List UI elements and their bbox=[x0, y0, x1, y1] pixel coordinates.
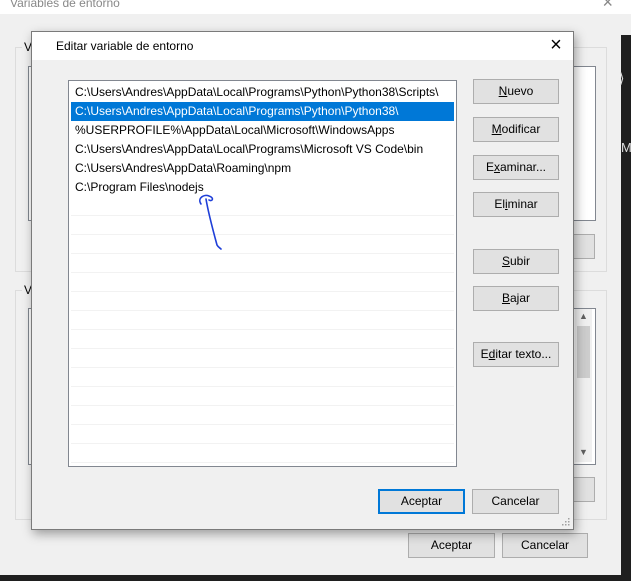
scroll-thumb[interactable] bbox=[577, 326, 590, 378]
new-button[interactable]: Nuevo bbox=[473, 79, 559, 104]
background-desktop-edge bbox=[621, 35, 631, 575]
edit-environment-variable-dialog: Editar variable de entorno × C:\Users\An… bbox=[31, 31, 574, 530]
move-down-button[interactable]: Bajar bbox=[473, 286, 559, 311]
empty-row[interactable] bbox=[71, 254, 454, 273]
path-item-selected[interactable]: C:\Users\Andres\AppData\Local\Programs\P… bbox=[71, 102, 454, 121]
empty-row[interactable] bbox=[71, 330, 454, 349]
cancel-button-label: Cancelar bbox=[491, 494, 540, 508]
dialog-titlebar: Editar variable de entorno × bbox=[32, 32, 573, 60]
browse-button[interactable]: Examinar... bbox=[473, 155, 559, 180]
empty-row[interactable] bbox=[71, 311, 454, 330]
background-close-icon[interactable]: × bbox=[602, 0, 613, 13]
taskbar-edge bbox=[0, 575, 631, 581]
user-variable-button[interactable] bbox=[571, 234, 595, 259]
scroll-up-icon[interactable]: ▲ bbox=[579, 311, 588, 321]
accept-button[interactable]: Aceptar bbox=[378, 489, 465, 514]
path-item[interactable]: %USERPROFILE%\AppData\Local\Microsoft\Wi… bbox=[71, 121, 454, 140]
background-accept-button[interactable]: Aceptar bbox=[408, 533, 495, 558]
cancel-button[interactable]: Cancelar bbox=[472, 489, 559, 514]
background-edge-text: Mo bbox=[621, 140, 631, 155]
browse-button-label: Examinar... bbox=[485, 160, 547, 174]
close-icon[interactable]: × bbox=[545, 34, 567, 56]
empty-row[interactable] bbox=[71, 216, 454, 235]
empty-row[interactable] bbox=[71, 292, 454, 311]
empty-row[interactable] bbox=[71, 197, 454, 216]
move-up-button[interactable]: Subir bbox=[473, 249, 559, 274]
background-window-title: Variables de entorno bbox=[10, 0, 120, 10]
edit-text-button-label: Editar texto... bbox=[480, 347, 552, 361]
empty-row[interactable] bbox=[71, 425, 454, 444]
edit-text-button[interactable]: Editar texto... bbox=[473, 342, 559, 367]
system-list-scrollbar[interactable]: ▲ ▼ bbox=[575, 309, 592, 462]
empty-row[interactable] bbox=[71, 273, 454, 292]
new-button-label: Nuevo bbox=[498, 84, 534, 98]
delete-button[interactable]: Eliminar bbox=[473, 192, 559, 217]
path-item[interactable]: C:\Users\Andres\AppData\Roaming\npm bbox=[71, 159, 454, 178]
empty-row[interactable] bbox=[71, 368, 454, 387]
background-cancel-button[interactable]: Cancelar bbox=[502, 533, 588, 558]
arrow-right-icon: ⟩ bbox=[619, 70, 625, 86]
accept-button-label: Aceptar bbox=[400, 494, 443, 508]
system-variable-button[interactable] bbox=[571, 477, 595, 502]
hand-drawn-arrow-annotation bbox=[199, 194, 222, 250]
move-down-button-label: Bajar bbox=[501, 291, 531, 305]
empty-row[interactable] bbox=[71, 349, 454, 368]
delete-button-label: Eliminar bbox=[494, 197, 538, 211]
move-up-button-label: Subir bbox=[501, 254, 531, 268]
empty-row[interactable] bbox=[71, 444, 454, 463]
empty-row[interactable] bbox=[71, 235, 454, 254]
resize-grip-icon[interactable] bbox=[560, 516, 570, 526]
modify-button-label: Modificar bbox=[491, 122, 541, 136]
empty-row[interactable] bbox=[71, 387, 454, 406]
path-list[interactable]: C:\Users\Andres\AppData\Local\Programs\P… bbox=[68, 80, 457, 467]
path-item[interactable]: C:\Users\Andres\AppData\Local\Programs\P… bbox=[71, 83, 454, 102]
scroll-down-icon[interactable]: ▼ bbox=[579, 447, 588, 457]
modify-button[interactable]: Modificar bbox=[473, 117, 559, 142]
dialog-title: Editar variable de entorno bbox=[56, 39, 194, 53]
path-item[interactable]: C:\Program Files\nodejs bbox=[71, 178, 454, 197]
path-item[interactable]: C:\Users\Andres\AppData\Local\Programs\M… bbox=[71, 140, 454, 159]
background-titlebar: Variables de entorno × bbox=[0, 0, 631, 14]
empty-row[interactable] bbox=[71, 406, 454, 425]
